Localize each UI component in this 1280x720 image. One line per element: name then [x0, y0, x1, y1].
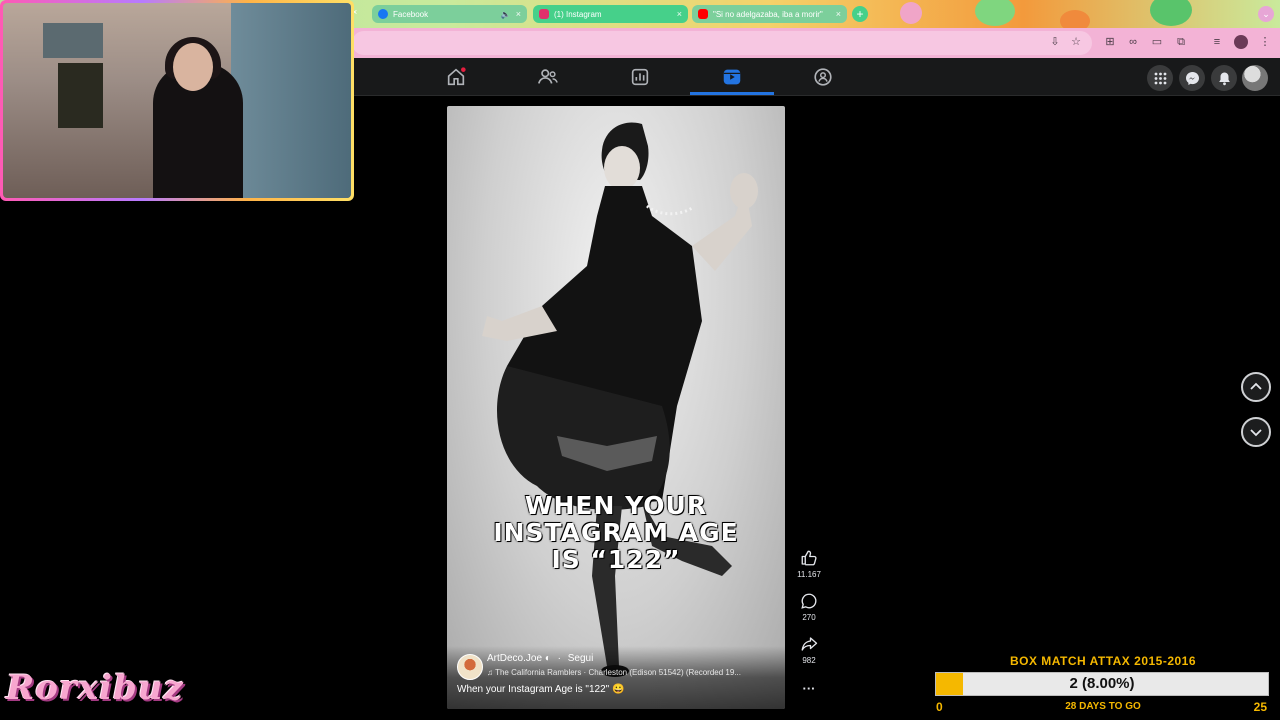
dashboard-icon[interactable] — [629, 66, 651, 88]
goal-days-left: 28 DAYS TO GO — [1065, 701, 1141, 712]
reel-caption: When your Instagram Age is "122" 😀 — [457, 684, 625, 695]
comment-button[interactable]: 270 — [793, 592, 825, 622]
decor-blob — [975, 0, 1015, 26]
chevron-up-icon — [1250, 382, 1262, 390]
webcam-person — [173, 43, 213, 91]
webcam-background — [231, 3, 351, 198]
youtube-icon — [698, 9, 708, 19]
reel-overlay-text: WHEN YOUR INSTAGRAM AGE IS “122” — [447, 492, 785, 573]
goal-max: 25 — [1253, 700, 1267, 714]
groups-icon[interactable] — [812, 66, 834, 88]
tab-manager-icon[interactable]: ≡ — [1210, 35, 1224, 49]
link-icon[interactable]: ∞ — [1126, 35, 1140, 49]
tab-label: (1) Instagram — [554, 9, 602, 19]
goal-widget: BOX MATCH ATTAX 2015-2016 2 (8.00%) 0 28… — [933, 652, 1273, 718]
facebook-icon — [378, 9, 388, 19]
tab-label: "Si no adelgazaba, iba a morir" — [713, 9, 823, 19]
author-name[interactable]: ArtDeco.Joe — [487, 653, 542, 664]
tab-search-chevron-icon[interactable]: ⌄ — [1258, 6, 1274, 22]
overlay-line: IS “122” — [551, 545, 681, 574]
share-icon — [801, 637, 818, 651]
instagram-icon — [539, 9, 549, 19]
notifications-icon[interactable] — [1211, 65, 1237, 91]
streamer-logo: Rorxibuz — [6, 668, 184, 708]
friends-icon[interactable] — [537, 66, 559, 88]
tab-instagram[interactable]: (1) Instagram × — [533, 5, 688, 23]
translate-icon[interactable]: ⊞ — [1103, 35, 1117, 49]
install-icon[interactable]: ⇩ — [1048, 35, 1062, 49]
new-tab-button[interactable]: + — [852, 6, 868, 22]
author-avatar[interactable] — [457, 654, 483, 680]
like-button[interactable]: 11.167 — [793, 549, 825, 579]
overlay-line: WHEN YOUR — [524, 491, 708, 520]
reel-music-line[interactable]: ♫ The California Ramblers · Charleston (… — [487, 668, 782, 677]
speaker-icon[interactable]: 🔈 — [501, 10, 511, 19]
like-count: 11.167 — [797, 570, 821, 579]
reel-image — [482, 122, 758, 677]
bookmark-star-icon[interactable]: ☆ — [1069, 35, 1083, 49]
follow-button[interactable]: Segui — [568, 653, 594, 664]
profile-avatar[interactable] — [1242, 65, 1268, 91]
menu-grid-icon[interactable] — [1147, 65, 1173, 91]
reel-video[interactable]: WHEN YOUR INSTAGRAM AGE IS “122” ArtDeco… — [447, 106, 785, 709]
webcam-feed — [3, 3, 351, 198]
share-button[interactable]: 982 — [793, 635, 825, 665]
next-reel-button[interactable] — [1241, 417, 1271, 447]
reader-icon[interactable]: ▭ — [1150, 35, 1164, 49]
like-icon — [801, 550, 817, 566]
tab-close-icon[interactable]: × — [677, 9, 682, 19]
decor-blob — [1150, 0, 1192, 26]
tab-close-icon[interactable]: × — [516, 9, 521, 19]
video-icon[interactable] — [721, 66, 743, 88]
comment-icon — [801, 593, 817, 609]
screen: × Facebook 🔈 × (1) Instagram × "Si no ad… — [0, 0, 1280, 720]
globe-icon: ◐ — [544, 653, 551, 664]
profile-icon[interactable] — [1234, 35, 1248, 49]
browser-menu-icon[interactable]: ⋮ — [1258, 35, 1272, 49]
webcam-overlay — [0, 0, 354, 201]
goal-progress-bar: 2 (8.00%) — [935, 672, 1269, 696]
comment-count: 270 — [802, 613, 816, 622]
chevron-down-icon — [1250, 429, 1262, 437]
extension-icon[interactable]: ⧉ — [1174, 35, 1188, 49]
tab-youtube[interactable]: "Si no adelgazaba, iba a morir" × — [692, 5, 847, 23]
tab-facebook[interactable]: Facebook 🔈 × — [372, 5, 527, 23]
share-count: 982 — [802, 656, 816, 665]
address-bar[interactable] — [352, 31, 1092, 55]
tab-close-icon[interactable]: × — [836, 9, 841, 19]
messenger-icon[interactable] — [1179, 65, 1205, 91]
separator-dot: · — [557, 653, 561, 664]
goal-value: 2 (8.00%) — [1069, 675, 1135, 692]
home-icon[interactable] — [445, 66, 467, 88]
webcam-background — [43, 23, 103, 58]
nav-active-indicator — [690, 92, 774, 95]
overlay-line: INSTAGRAM AGE — [493, 518, 739, 547]
reel-author-line: ArtDeco.Joe ◐ · Segui — [487, 653, 593, 664]
webcam-background — [58, 63, 103, 128]
decor-blob — [900, 2, 922, 24]
tab-label: Facebook — [393, 9, 429, 19]
more-options-icon[interactable]: ··· — [793, 681, 825, 696]
previous-reel-button[interactable] — [1241, 372, 1271, 402]
goal-title: BOX MATCH ATTAX 2015-2016 — [1009, 654, 1197, 668]
